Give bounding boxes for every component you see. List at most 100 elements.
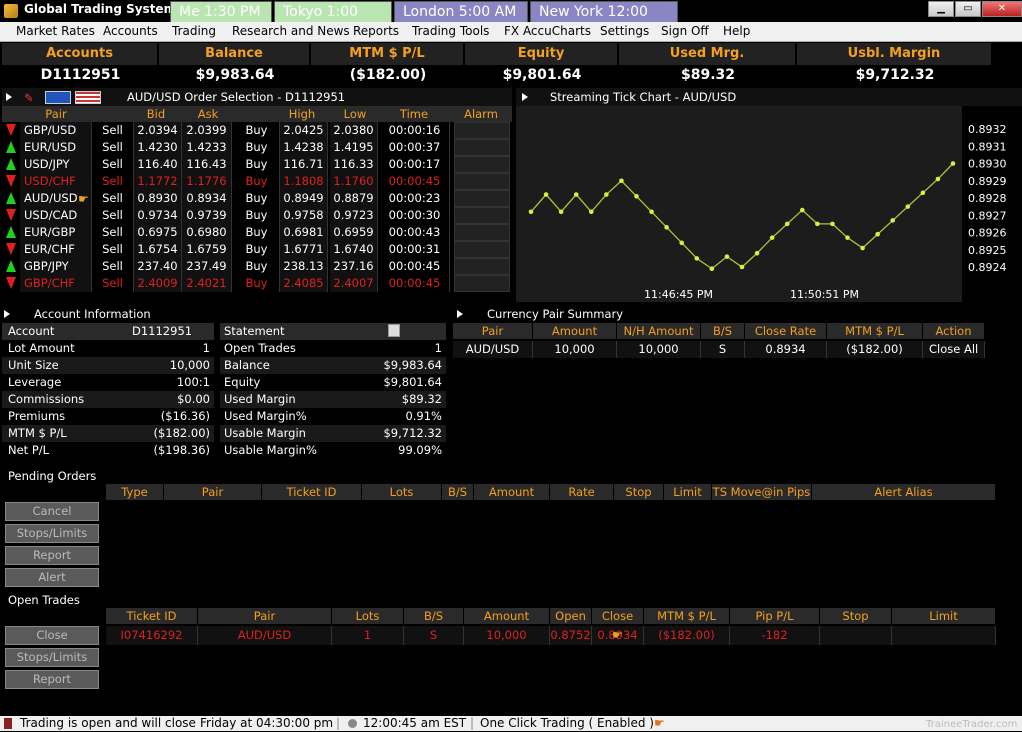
sell-button[interactable]: Sell: [92, 241, 134, 258]
report-button[interactable]: Report: [5, 546, 99, 565]
statement-icon[interactable]: [388, 324, 400, 337]
trades-col-header[interactable]: Stop: [820, 608, 892, 624]
aud-flag-icon[interactable]: [45, 91, 71, 104]
pair-cell[interactable]: USD/JPY: [20, 156, 92, 173]
menu-research-news[interactable]: Research and News: [232, 24, 350, 38]
menu-help[interactable]: Help: [723, 24, 750, 38]
pending-col-header[interactable]: Type: [106, 484, 164, 500]
expand-icon[interactable]: [457, 310, 463, 318]
sell-button[interactable]: Sell: [92, 224, 134, 241]
trade-report-button[interactable]: Report: [5, 670, 99, 689]
buy-button[interactable]: Buy: [234, 156, 280, 173]
summary-value-accounts[interactable]: D1112951: [2, 65, 159, 85]
alarm-cell[interactable]: [454, 241, 510, 258]
alarm-cell[interactable]: [454, 156, 510, 173]
col-header-low[interactable]: Low: [336, 106, 374, 122]
menu-sign-off[interactable]: Sign Off: [661, 24, 709, 38]
buy-button[interactable]: Buy: [234, 139, 280, 156]
menu-trading[interactable]: Trading: [172, 24, 216, 38]
trades-col-header[interactable]: Pair: [198, 608, 332, 624]
alarm-cell[interactable]: [454, 258, 510, 275]
order-row[interactable]: USD/CHF Sell 1.1772 1.1776 Buy 1.1808 1.1760 00…: [2, 173, 512, 190]
menu-market-rates[interactable]: Market Rates: [16, 24, 95, 38]
order-row[interactable]: GBP/CHF Sell 2.4009 2.4021 Buy 2.4085 2.4007 00…: [2, 275, 512, 292]
alarm-cell[interactable]: [454, 224, 510, 241]
trade-row[interactable]: I07416292 AUD/USD 1 S 10,000 0.8752 0.8934 ($18…: [106, 626, 996, 645]
stops-limits-button[interactable]: Stops/Limits: [5, 524, 99, 543]
pair-col-header[interactable]: Action: [923, 323, 985, 339]
cancel-button[interactable]: Cancel: [5, 502, 99, 521]
pending-col-header[interactable]: Pair: [164, 484, 262, 500]
pending-col-header[interactable]: Stop: [614, 484, 664, 500]
maximize-button[interactable]: ▭: [955, 1, 981, 17]
order-row[interactable]: EUR/CHF Sell 1.6754 1.6759 Buy 1.6771 1.6740 00…: [2, 241, 512, 258]
pending-col-header[interactable]: B/S: [442, 484, 474, 500]
close-all-button[interactable]: Close All: [923, 341, 985, 358]
buy-button[interactable]: Buy: [234, 241, 280, 258]
trades-col-header[interactable]: Open: [550, 608, 592, 624]
pair-col-header[interactable]: Amount: [533, 323, 617, 339]
pending-col-header[interactable]: Ticket ID: [262, 484, 362, 500]
trades-col-header[interactable]: B/S: [404, 608, 464, 624]
trades-col-header[interactable]: Ticket ID: [106, 608, 198, 624]
usd-flag-icon[interactable]: [75, 91, 101, 104]
pending-col-header[interactable]: Lots: [362, 484, 442, 500]
trades-col-header[interactable]: Limit: [892, 608, 996, 624]
sell-button[interactable]: Sell: [92, 156, 134, 173]
pair-cell[interactable]: EUR/CHF: [20, 241, 92, 258]
sell-button[interactable]: Sell: [92, 207, 134, 224]
alarm-cell[interactable]: [454, 275, 510, 292]
pair-col-header[interactable]: Close Rate: [745, 323, 827, 339]
alarm-cell[interactable]: [454, 173, 510, 190]
pair-col-header[interactable]: Pair: [453, 323, 533, 339]
pair-cell[interactable]: GBP/USD: [20, 122, 92, 139]
pending-col-header[interactable]: Alert Alias: [812, 484, 996, 500]
close-trade-button[interactable]: Close: [5, 626, 99, 645]
order-row[interactable]: GBP/USD Sell 2.0394 2.0399 Buy 2.0425 2.0380 00…: [2, 122, 512, 139]
trades-col-header[interactable]: Close: [592, 608, 644, 624]
col-header-pair[interactable]: Pair: [20, 106, 92, 122]
expand-icon[interactable]: [522, 93, 528, 101]
alarm-cell[interactable]: [454, 122, 510, 139]
menu-reports[interactable]: Reports: [353, 24, 399, 38]
trades-col-header[interactable]: Lots: [332, 608, 404, 624]
col-header-high[interactable]: High: [282, 106, 322, 122]
menu-fx-accucharts[interactable]: FX AccuCharts: [504, 24, 591, 38]
pair-col-header[interactable]: B/S: [701, 323, 745, 339]
buy-button[interactable]: Buy: [234, 258, 280, 275]
alarm-cell[interactable]: [454, 139, 510, 156]
order-row[interactable]: USD/CAD Sell 0.9734 0.9739 Buy 0.9758 0.9723 00…: [2, 207, 512, 224]
minimize-button[interactable]: ▁: [928, 1, 954, 17]
pair-cell[interactable]: GBP/JPY: [20, 258, 92, 275]
col-header-ask[interactable]: Ask: [190, 106, 226, 122]
pair-cell[interactable]: USD/CHF: [20, 173, 92, 190]
buy-button[interactable]: Buy: [234, 122, 280, 139]
sell-button[interactable]: Sell: [92, 190, 134, 207]
sell-button[interactable]: Sell: [92, 122, 134, 139]
sell-button[interactable]: Sell: [92, 139, 134, 156]
trades-col-header[interactable]: Amount: [464, 608, 550, 624]
order-row[interactable]: EUR/GBP Sell 0.6975 0.6980 Buy 0.6981 0.6959 00…: [2, 224, 512, 241]
pencil-icon[interactable]: ✎: [24, 89, 34, 107]
pair-cell[interactable]: EUR/USD: [20, 139, 92, 156]
alarm-cell[interactable]: [454, 207, 510, 224]
buy-button[interactable]: Buy: [234, 275, 280, 292]
buy-button[interactable]: Buy: [234, 224, 280, 241]
pair-col-header[interactable]: N/H Amount: [617, 323, 701, 339]
sell-button[interactable]: Sell: [92, 258, 134, 275]
pending-col-header[interactable]: Amount: [474, 484, 550, 500]
pending-col-header[interactable]: TS Move@in Pips: [712, 484, 812, 500]
order-row[interactable]: USD/JPY Sell 116.40 116.43 Buy 116.71 116.33 00…: [2, 156, 512, 173]
buy-button[interactable]: Buy: [234, 207, 280, 224]
col-header-alarm[interactable]: Alarm: [450, 106, 512, 122]
pair-cell[interactable]: USD/CAD: [20, 207, 92, 224]
alert-button[interactable]: Alert: [5, 568, 99, 587]
pair-cell[interactable]: GBP/CHF: [20, 275, 92, 292]
pending-col-header[interactable]: Limit: [664, 484, 712, 500]
trades-col-header[interactable]: Pip P/L: [730, 608, 820, 624]
order-row[interactable]: EUR/USD Sell 1.4230 1.4233 Buy 1.4238 1.4195 00…: [2, 139, 512, 156]
expand-icon[interactable]: [4, 310, 10, 318]
expand-icon[interactable]: [6, 93, 12, 101]
menu-trading-tools[interactable]: Trading Tools: [412, 24, 489, 38]
sell-button[interactable]: Sell: [92, 275, 134, 292]
